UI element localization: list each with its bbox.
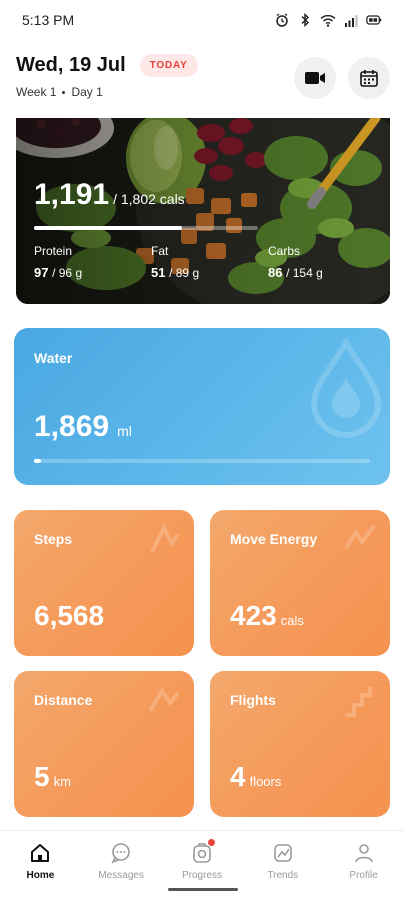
nav-label: Messages bbox=[98, 870, 144, 881]
steps-value: 6,568 bbox=[34, 600, 105, 631]
water-progress-bar bbox=[34, 459, 370, 463]
water-label: Water bbox=[34, 350, 73, 366]
macro-protein: Protein 97 / 96 g bbox=[34, 244, 151, 280]
home-indicator bbox=[168, 888, 238, 891]
home-icon bbox=[28, 841, 52, 865]
nav-profile[interactable]: Profile bbox=[323, 831, 404, 900]
nav-label: Home bbox=[26, 870, 55, 881]
steps-card[interactable]: Steps 6,568 bbox=[14, 510, 194, 656]
bluetooth-icon bbox=[297, 12, 313, 28]
calendar-icon bbox=[360, 70, 378, 87]
nav-label: Trends bbox=[267, 870, 299, 881]
move-energy-icon bbox=[344, 524, 376, 550]
distance-card[interactable]: Distance 5 km bbox=[14, 671, 194, 817]
water-unit: ml bbox=[117, 423, 132, 439]
calories-progress-bar bbox=[34, 226, 258, 230]
calendar-button[interactable] bbox=[348, 57, 390, 99]
status-time: 5:13 PM bbox=[22, 12, 75, 28]
nav-label: Progress bbox=[181, 870, 222, 881]
calories-progress-fill bbox=[34, 226, 182, 230]
nutrition-card[interactable]: 1,191 / 1,802 cals Protein 97 / 96 g Fat… bbox=[16, 118, 390, 304]
macros-row: Protein 97 / 96 g Fat 51 / 89 g Carbs 86… bbox=[34, 244, 385, 280]
water-value: 1,869 bbox=[34, 410, 110, 443]
signal-icon bbox=[343, 12, 359, 28]
notification-badge bbox=[207, 839, 215, 846]
distance-value: 5 bbox=[34, 761, 50, 792]
flights-icon bbox=[346, 687, 372, 717]
video-button[interactable] bbox=[294, 57, 336, 99]
alarm-icon bbox=[274, 12, 290, 28]
status-icons bbox=[274, 12, 382, 28]
move-energy-label: Move Energy bbox=[230, 531, 318, 547]
flights-card[interactable]: Flights 4 floors bbox=[210, 671, 390, 817]
steps-icon bbox=[150, 523, 180, 553]
macro-label: Carbs bbox=[268, 244, 301, 258]
distance-label: Distance bbox=[34, 692, 93, 708]
date-title[interactable]: Wed, 19 Jul bbox=[16, 54, 126, 77]
flights-label: Flights bbox=[230, 692, 276, 708]
calories-goal: / 1,802 cals bbox=[113, 191, 185, 207]
macro-label: Fat bbox=[151, 244, 169, 258]
distance-unit: km bbox=[53, 774, 71, 789]
messages-icon bbox=[109, 841, 133, 865]
macro-value: 86 / 154 g bbox=[268, 265, 323, 280]
macro-carbs: Carbs 86 / 154 g bbox=[268, 244, 385, 280]
flights-unit: floors bbox=[249, 774, 282, 789]
status-bar: 5:13 PM bbox=[0, 0, 404, 40]
trends-icon bbox=[271, 841, 295, 865]
move-energy-card[interactable]: Move Energy 423 cals bbox=[210, 510, 390, 656]
water-card[interactable]: Water 1,869 ml bbox=[14, 328, 390, 485]
macro-fat: Fat 51 / 89 g bbox=[151, 244, 268, 280]
move-energy-value: 423 bbox=[230, 600, 277, 631]
nav-label: Profile bbox=[349, 870, 378, 881]
header: Wed, 19 Jul TODAY Week 1 Day 1 bbox=[0, 48, 404, 112]
flights-value: 4 bbox=[230, 761, 246, 792]
week-label: Week 1 bbox=[16, 85, 57, 99]
move-energy-value-row: 423 cals bbox=[230, 600, 304, 632]
steps-label: Steps bbox=[34, 531, 73, 547]
distance-value-row: 5 km bbox=[34, 761, 71, 793]
steps-value-row: 6,568 bbox=[34, 600, 108, 632]
water-drop-icon bbox=[310, 338, 382, 438]
today-badge[interactable]: TODAY bbox=[139, 54, 198, 77]
move-energy-unit: cals bbox=[280, 613, 304, 628]
flights-value-row: 4 floors bbox=[230, 761, 281, 793]
profile-icon bbox=[352, 841, 376, 865]
macro-label: Protein bbox=[34, 244, 73, 258]
water-progress-fill bbox=[34, 459, 41, 463]
battery-icon bbox=[366, 12, 382, 28]
video-icon bbox=[305, 72, 325, 84]
nav-home[interactable]: Home bbox=[0, 831, 81, 900]
water-value-row: 1,869 ml bbox=[34, 410, 132, 444]
nav-trends[interactable]: Trends bbox=[242, 831, 323, 900]
day-label: Day 1 bbox=[71, 85, 103, 99]
calories-value: 1,191 bbox=[34, 178, 110, 211]
macro-value: 97 / 96 g bbox=[34, 265, 83, 280]
calories-row: 1,191 / 1,802 cals bbox=[34, 178, 185, 212]
separator-dot bbox=[62, 90, 66, 94]
nav-messages[interactable]: Messages bbox=[81, 831, 162, 900]
wifi-icon bbox=[320, 12, 336, 28]
macro-value: 51 / 89 g bbox=[151, 265, 200, 280]
distance-icon bbox=[148, 687, 180, 713]
